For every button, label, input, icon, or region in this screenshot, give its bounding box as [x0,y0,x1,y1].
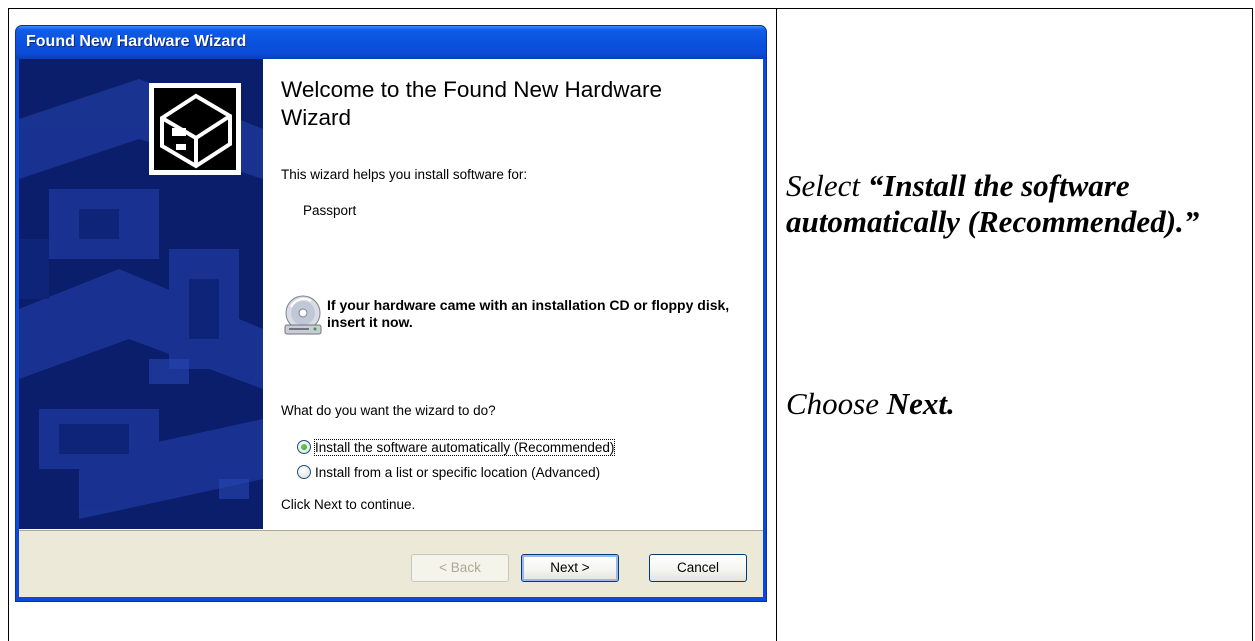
wizard-heading: Welcome to the Found New Hardware Wizard [281,77,663,130]
button-bar: < Back Next > Cancel [19,529,763,597]
radio-button[interactable] [297,465,311,479]
intro-text: This wizard helps you install software f… [281,167,528,182]
cancel-button[interactable]: Cancel [649,554,747,582]
instruction-step-1: Select “Install the software automatical… [786,168,1226,240]
continue-hint: Click Next to continue. [281,497,416,512]
wizard-content: Welcome to the Found New Hardware Wizard… [263,59,763,529]
device-name: Passport [303,203,357,218]
option-label[interactable]: Install from a list or specific location… [315,465,600,480]
instruction-step-2-prefix: Choose [786,386,887,421]
cd-notice: If your hardware came with an installati… [327,297,730,330]
hardware-icon [149,83,241,175]
window-title: Found New Hardware Wizard [26,33,247,50]
next-button[interactable]: Next > [521,554,619,582]
instruction-step-1-prefix: Select [786,168,868,203]
instruction-step-2: Choose Next. [786,386,1226,422]
back-button[interactable]: < Back [411,554,509,582]
option-install-automatically[interactable]: Install the software automatically (Reco… [297,437,616,457]
option-label[interactable]: Install the software automatically (Reco… [313,438,616,456]
wizard-client-area: Welcome to the Found New Hardware Wizard… [19,59,763,597]
instruction-step-2-bold: Next. [886,386,955,421]
wizard-question: What do you want the wizard to do? [281,403,496,418]
cd-drive-icon [281,293,325,337]
title-bar[interactable]: Found New Hardware Wizard [16,26,766,59]
wizard-banner [19,59,263,529]
table-column-divider [776,8,777,641]
option-install-from-list[interactable]: Install from a list or specific location… [297,462,600,482]
radio-button-selected[interactable] [297,440,311,454]
wizard-window: Found New Hardware Wizard Welcome to the… [15,25,767,602]
